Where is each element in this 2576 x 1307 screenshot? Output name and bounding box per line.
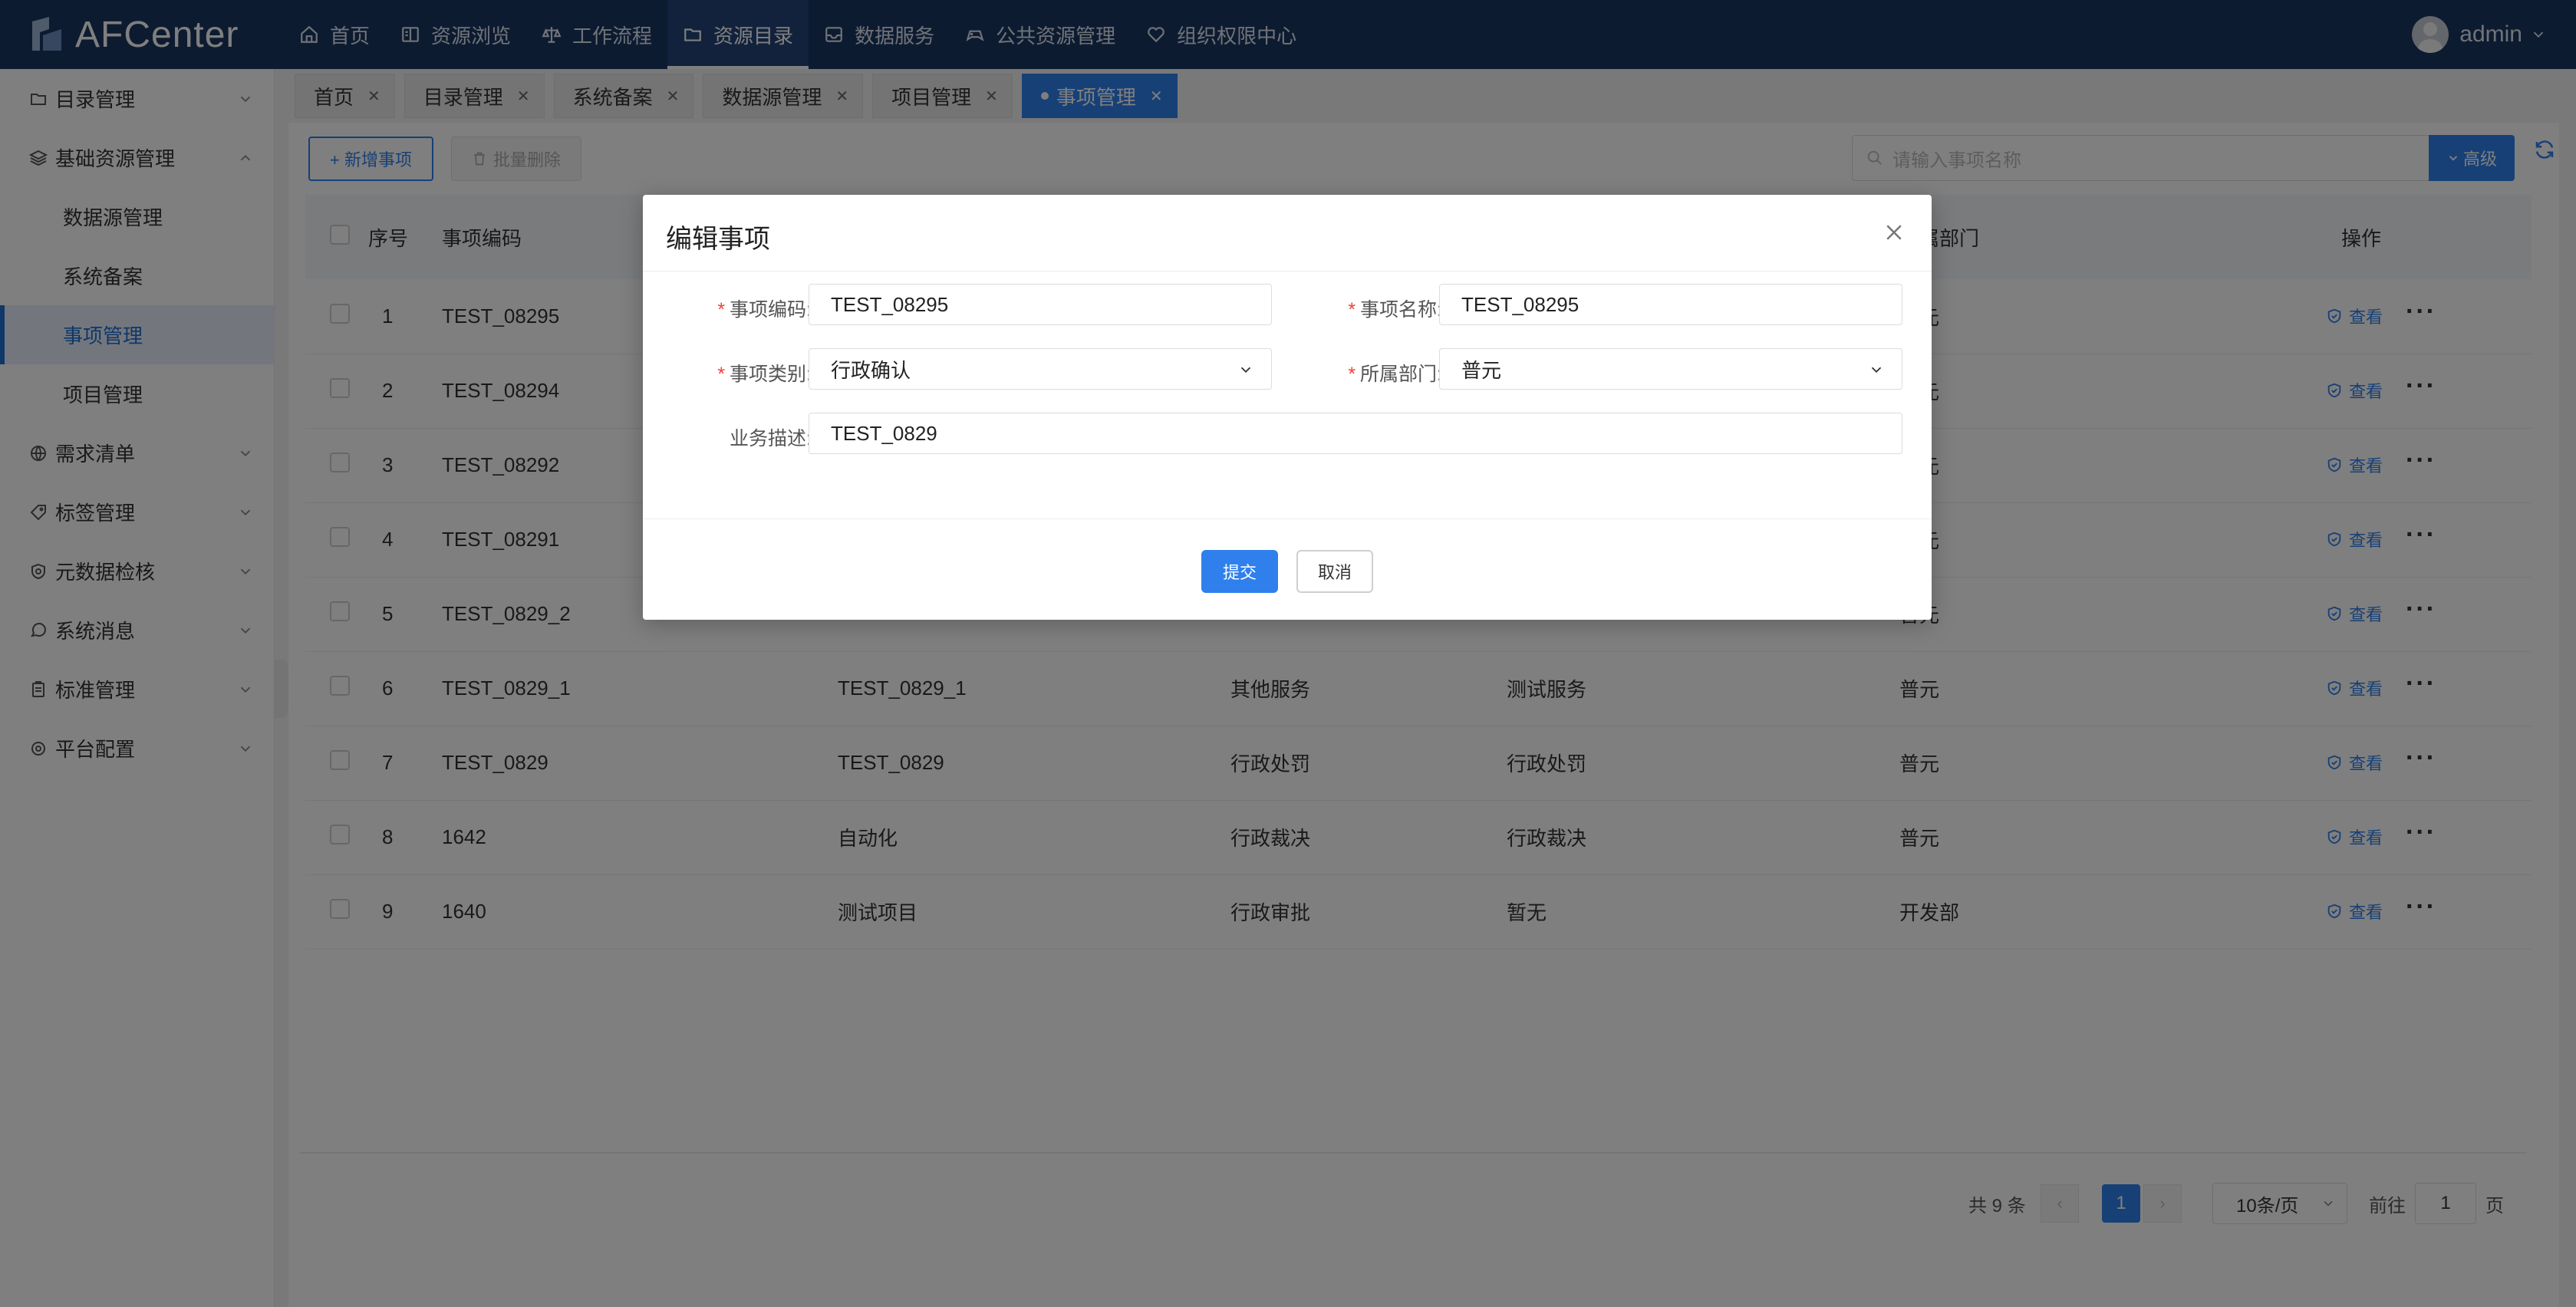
business-desc-label: 业务描述: — [730, 428, 812, 449]
matter-category-select[interactable]: 行政确认 — [809, 348, 1272, 390]
required-mark: * — [717, 364, 726, 385]
matter-name-input[interactable]: TEST_08295 — [1439, 284, 1902, 325]
close-icon[interactable] — [1883, 221, 1906, 244]
matter-name-label-text: 事项名称: — [1360, 299, 1442, 321]
form-row-3: 业务描述: TEST_0829 — [643, 413, 1932, 456]
dialog-footer: 提交 取消 — [643, 519, 1932, 620]
chevron-down-icon — [1240, 367, 1251, 374]
dept-label: * 所属部门: — [1304, 359, 1442, 387]
form-row-2: * 事项类别: 行政确认 * 所属部门: 普元 — [643, 348, 1932, 391]
cancel-button[interactable]: 取消 — [1296, 550, 1373, 593]
required-mark: * — [1348, 299, 1356, 321]
required-mark: * — [717, 299, 726, 321]
matter-code-input[interactable]: TEST_08295 — [809, 284, 1272, 325]
chevron-down-icon — [1871, 367, 1882, 374]
dept-label-text: 所属部门: — [1360, 364, 1442, 385]
dept-select[interactable]: 普元 — [1439, 348, 1902, 390]
matter-category-label: * 事项类别: — [674, 359, 812, 387]
matter-code-label-text: 事项编码: — [730, 299, 812, 321]
form-row-1: * 事项编码: TEST_08295 * 事项名称: TEST_08295 — [643, 284, 1932, 327]
matter-category-label-text: 事项类别: — [730, 364, 812, 385]
required-mark: * — [1348, 364, 1356, 385]
matter-category-value: 行政确认 — [831, 358, 911, 382]
matter-name-label: * 事项名称: — [1304, 295, 1442, 322]
dialog-title: 编辑事项 — [666, 225, 770, 254]
edit-matter-dialog: 编辑事项 * 事项编码: TEST_08295 * 事项名称: TEST_08295… — [643, 195, 1932, 620]
dept-value: 普元 — [1461, 358, 1502, 382]
matter-code-label: * 事项编码: — [674, 295, 812, 322]
submit-button[interactable]: 提交 — [1201, 550, 1278, 593]
business-desc-input[interactable]: TEST_0829 — [809, 413, 1902, 454]
dialog-header: 编辑事项 — [643, 195, 1932, 272]
